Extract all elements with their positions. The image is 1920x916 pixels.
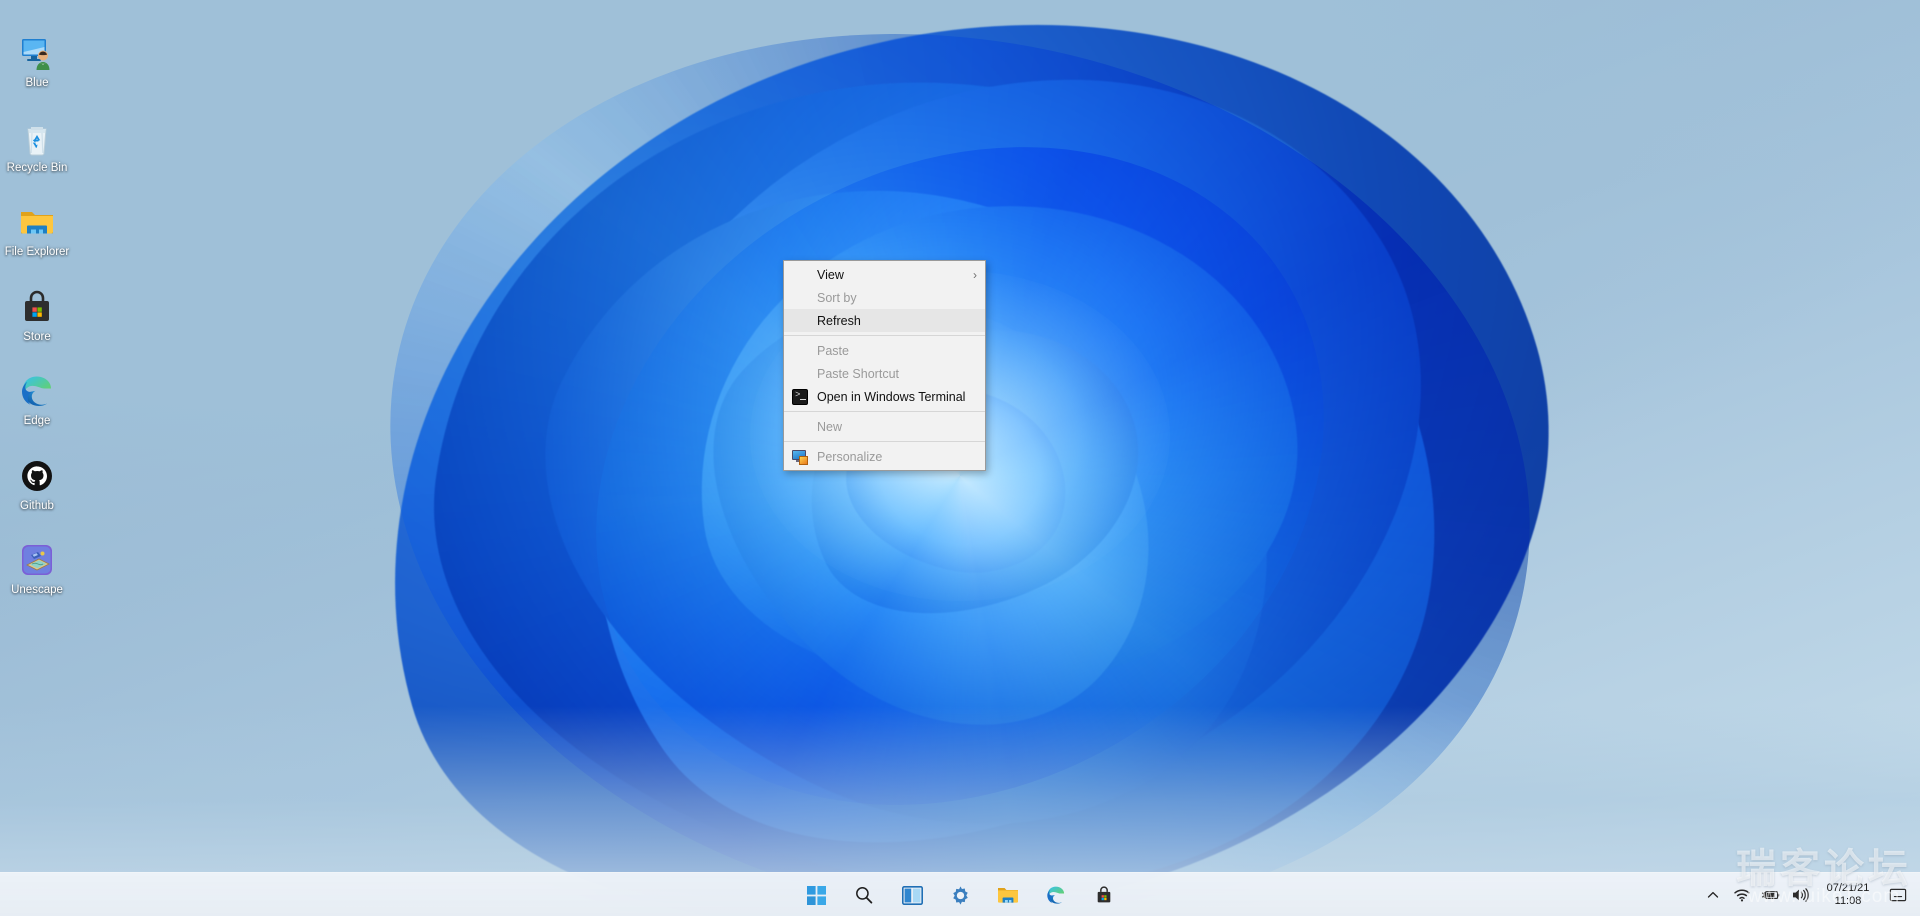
taskbar-file-explorer-button[interactable] <box>992 879 1024 911</box>
remote-desktop-user-icon <box>18 34 56 72</box>
taskbar-settings-button[interactable] <box>944 879 976 911</box>
network-button[interactable] <box>1732 885 1752 905</box>
desktop-icon-unescape[interactable]: Unescape <box>0 535 74 606</box>
desktop-icon-label: Edge <box>23 415 51 427</box>
recycle-bin-icon <box>18 119 56 157</box>
context-menu-item-label: New <box>817 419 843 434</box>
microsoft-store-icon <box>18 288 56 326</box>
personalize-icon <box>792 449 808 465</box>
taskbar: 07/21/21 11:08 <box>0 872 1920 916</box>
context-menu-item-label: Paste <box>817 343 849 358</box>
context-menu-separator <box>784 441 985 442</box>
context-menu-item-personalize[interactable]: Personalize <box>784 445 985 468</box>
context-menu-item-label: Refresh <box>817 313 861 328</box>
folder-icon <box>18 203 56 241</box>
context-menu-item-paste-shortcut[interactable]: Paste Shortcut <box>784 362 985 385</box>
unescape-app-icon <box>18 541 56 579</box>
context-menu-separator <box>784 411 985 412</box>
microsoft-store-icon <box>1097 886 1111 903</box>
desktop-icon-label: Store <box>23 330 51 343</box>
battery-button[interactable] <box>1761 885 1781 905</box>
clock-date: 07/21/21 <box>1826 882 1870 894</box>
context-menu-item-new[interactable]: New <box>784 415 985 438</box>
gear-icon <box>952 885 968 905</box>
desktop-icon-label: Blue <box>25 77 49 89</box>
context-menu-item-label: Sort by <box>817 290 857 305</box>
taskbar-start-button[interactable] <box>800 879 832 911</box>
context-menu-item-label: Personalize <box>817 449 883 464</box>
windows-start-icon <box>806 885 826 905</box>
task-view-icon <box>901 885 923 905</box>
context-menu-item-sort-by[interactable]: Sort by <box>784 286 985 309</box>
search-icon <box>856 887 873 904</box>
context-menu-item-view[interactable]: View › <box>784 263 985 286</box>
desktop-icon-list: Blue Recycle Bin File Explorer Store Edg… <box>0 16 74 618</box>
taskbar-button-group <box>800 873 1120 916</box>
desktop-icon-label: Unescape <box>11 584 63 596</box>
desktop-icon-blue[interactable]: Blue <box>0 28 74 99</box>
taskbar-store-button[interactable] <box>1088 879 1120 911</box>
desktop-icon-label: Github <box>20 499 54 512</box>
context-menu-item-paste[interactable]: Paste <box>784 339 985 362</box>
desktop-icon-edge[interactable]: Edge <box>0 366 74 437</box>
volume-button[interactable] <box>1790 885 1810 905</box>
desktop-icon-store[interactable]: Store <box>0 282 74 353</box>
show-hidden-icons-button[interactable] <box>1703 885 1723 905</box>
desktop-icon-label: Recycle Bin <box>6 161 68 174</box>
context-menu-item-label: Open in Windows Terminal <box>817 389 966 404</box>
speaker-icon <box>1793 888 1809 902</box>
taskbar-search-button[interactable] <box>848 879 880 911</box>
notification-center-button[interactable] <box>1886 885 1910 905</box>
wifi-icon <box>1734 889 1750 902</box>
desktop-icon-github[interactable]: Github <box>0 451 74 522</box>
chevron-up-icon <box>1707 891 1719 898</box>
context-menu-separator <box>784 335 985 336</box>
taskbar-clock[interactable]: 07/21/21 11:08 <box>1819 882 1877 908</box>
taskbar-edge-button[interactable] <box>1040 879 1072 911</box>
battery-charging-icon <box>1761 891 1780 900</box>
github-icon <box>18 457 56 495</box>
context-menu-item-label: Paste Shortcut <box>817 366 899 381</box>
folder-icon <box>998 888 1018 903</box>
system-tray: 07/21/21 11:08 <box>1703 873 1910 916</box>
desktop-icon-recycle-bin[interactable]: Recycle Bin <box>0 113 74 184</box>
clock-time: 11:08 <box>1834 895 1862 907</box>
context-menu-item-refresh[interactable]: Refresh <box>784 309 985 332</box>
microsoft-edge-icon <box>18 372 56 410</box>
taskbar-task-view-button[interactable] <box>896 879 928 911</box>
desktop-icon-label: File Explorer <box>4 246 70 258</box>
notification-icon <box>1889 888 1907 902</box>
desktop-context-menu[interactable]: View › Sort by Refresh Paste Paste Short… <box>783 260 986 471</box>
windows-terminal-icon <box>792 388 808 405</box>
context-menu-item-label: View <box>817 267 844 282</box>
context-menu-item-open-in-windows-terminal[interactable]: Open in Windows Terminal <box>784 385 985 408</box>
desktop-icon-file-explorer[interactable]: File Explorer <box>0 197 74 268</box>
microsoft-edge-icon <box>1047 886 1065 904</box>
chevron-right-icon: › <box>973 267 977 282</box>
